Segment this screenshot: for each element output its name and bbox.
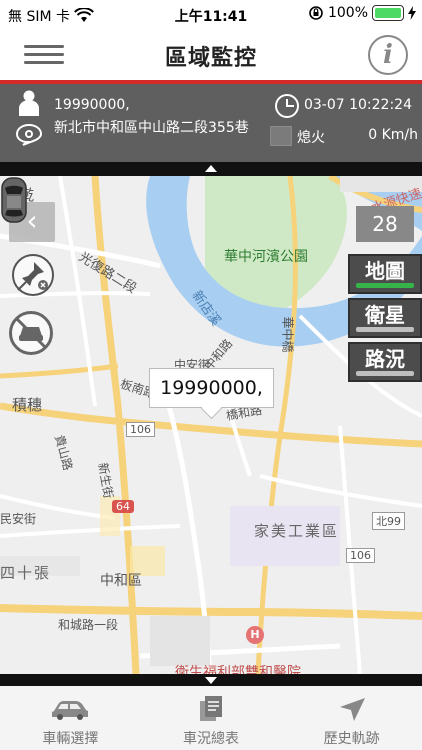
tab-history-track[interactable]: 歷史軌跡 xyxy=(281,686,422,750)
map-label: 中和區 xyxy=(100,573,142,589)
map-type-label: 地圖 xyxy=(365,259,405,283)
page-title: 區域監控 xyxy=(164,46,257,71)
road-shield: 北99 xyxy=(372,512,405,530)
car-icon xyxy=(52,701,89,720)
vehicle-address: 新北市中和區中山路二段355巷 xyxy=(54,120,249,136)
map-background xyxy=(0,176,422,674)
map-view[interactable]: 埔墘 光復路二段 華中河濱公園 新店溪 華中橋 水源快速 積穗 中安街 板南路 … xyxy=(0,176,422,674)
zoom-level: 28 xyxy=(356,206,414,242)
ignition-status-indicator xyxy=(270,126,292,146)
map-label: 家美工業區 xyxy=(254,522,340,540)
tab-vehicle-status-summary[interactable]: 車況總表 xyxy=(141,686,282,750)
map-label: 華中橋 xyxy=(280,316,295,353)
orientation-lock-icon xyxy=(309,6,323,20)
vehicle-label-bubble[interactable]: 19990000, xyxy=(149,368,274,408)
map-type-satellite[interactable]: 衛星 xyxy=(348,298,422,338)
collapse-tabs-handle[interactable] xyxy=(0,674,422,686)
car-marker-icon[interactable] xyxy=(0,176,28,224)
tab-vehicle-select[interactable]: 車輛選擇 xyxy=(0,686,141,750)
map-type-traffic[interactable]: 路況 xyxy=(348,342,422,382)
chevron-down-icon xyxy=(205,677,217,684)
navigation-arrow-icon xyxy=(339,698,365,721)
ignition-status: 熄火 xyxy=(297,130,325,146)
person-icon xyxy=(19,90,39,116)
map-type-label: 路況 xyxy=(365,347,405,371)
hospital-icon: H xyxy=(246,626,264,644)
map-label: 積穗 xyxy=(12,396,43,414)
car-traffic-icon xyxy=(15,317,47,349)
tab-label: 歷史軌跡 xyxy=(323,731,380,747)
bottom-tab-bar: 車輛選擇 車況總表 歷史軌跡 xyxy=(0,686,422,750)
road-shield: 106 xyxy=(346,548,375,563)
clock-icon xyxy=(275,94,299,118)
vehicle-info-panel: 19990000, 03-07 10:22:24 新北市中和區中山路二段355巷… xyxy=(0,84,422,162)
vehicle-datetime: 03-07 10:22:24 xyxy=(303,97,412,113)
status-bar: 無 SIM 卡 上午11:41 100% xyxy=(0,0,422,30)
tab-label: 車況總表 xyxy=(183,731,239,747)
app-header: 區域監控 i xyxy=(0,30,422,82)
status-right: 100% xyxy=(308,5,416,21)
map-label: 和城路一段 xyxy=(58,618,119,632)
pushpin-icon xyxy=(17,262,48,291)
charging-icon xyxy=(408,6,416,20)
map-label: 華中河濱公園 xyxy=(224,249,308,265)
location-bubble-icon xyxy=(16,124,42,146)
tab-label: 車輛選擇 xyxy=(42,731,99,747)
vehicle-speed: 0 Km/h xyxy=(368,127,418,143)
document-icon xyxy=(200,696,222,721)
map-label: 四十張 xyxy=(0,564,52,582)
chevron-up-icon xyxy=(205,165,217,172)
traffic-toggle-icon[interactable] xyxy=(9,311,53,355)
road-shield: 106 xyxy=(126,422,155,437)
map-label: 衛生福利部雙和醫院 xyxy=(175,665,301,674)
battery-percent: 100% xyxy=(327,5,368,21)
collapse-info-handle[interactable] xyxy=(0,162,422,176)
vehicle-id: 19990000, xyxy=(54,97,130,113)
map-label: 民安街 xyxy=(0,512,37,526)
map-type-map[interactable]: 地圖 xyxy=(348,254,422,294)
battery-icon xyxy=(372,5,404,21)
info-icon[interactable]: i xyxy=(368,35,408,75)
road-shield: 64 xyxy=(112,500,134,513)
pin-icon[interactable] xyxy=(12,254,54,296)
map-type-label: 衛星 xyxy=(365,303,405,327)
